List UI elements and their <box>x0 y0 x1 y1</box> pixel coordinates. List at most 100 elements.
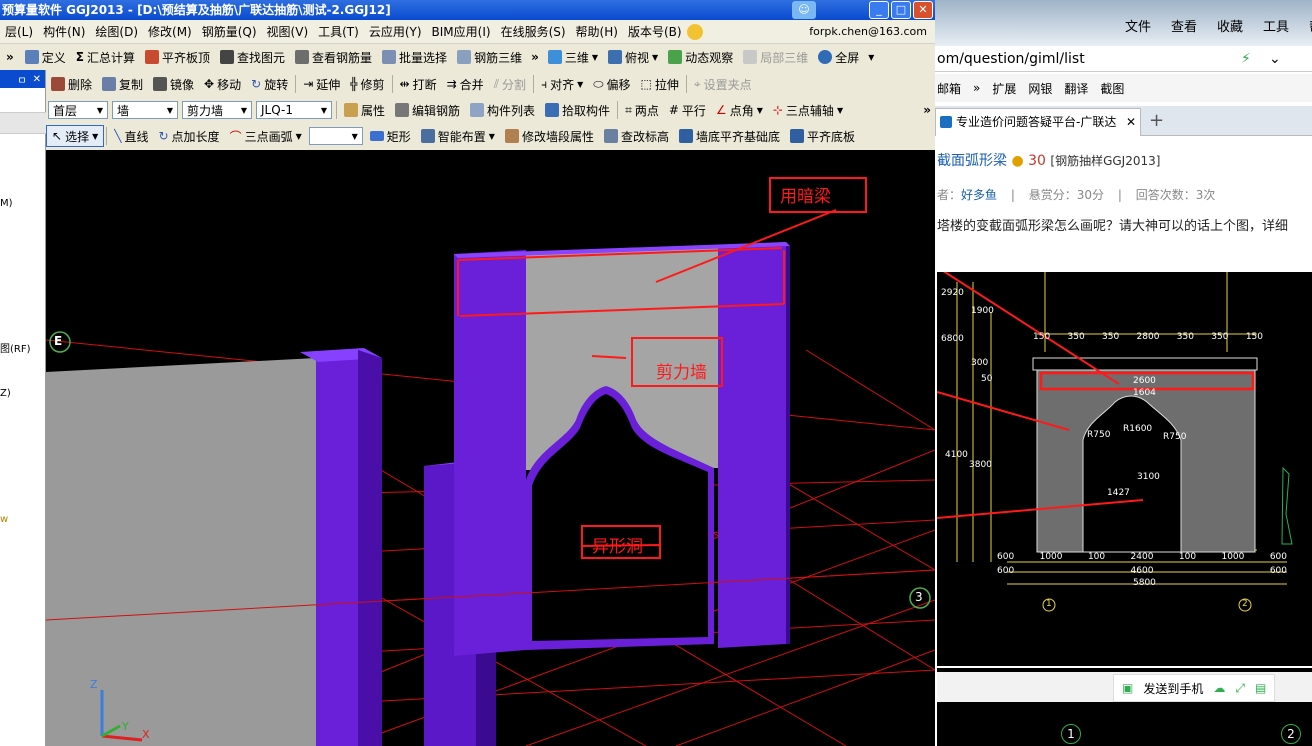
menu-online[interactable]: 在线服务(S) <box>496 23 571 40</box>
toolbar-overflow-left[interactable]: » <box>0 50 20 64</box>
bookmarks-overflow[interactable]: » <box>973 81 980 95</box>
batch-select-button[interactable]: 批量选择 <box>377 46 452 68</box>
find-element-button[interactable]: 查找图元 <box>215 46 290 68</box>
menu-component[interactable]: 构件(N) <box>38 23 90 40</box>
minimize-button[interactable]: _ <box>869 1 889 19</box>
toolbar-overflow-end[interactable]: ▾ <box>864 50 878 64</box>
menu-layer[interactable]: 层(L) <box>0 23 38 40</box>
pin-icon[interactable]: ㅁ <box>17 72 26 87</box>
3d-dropdown[interactable]: 三维 ▼ <box>543 46 603 68</box>
point-length-button[interactable]: ↻ 点加长度 <box>153 125 224 147</box>
bookmark-translate[interactable]: 翻译 <box>1064 80 1088 97</box>
menu-help[interactable]: 帮助(H) <box>571 23 623 40</box>
menu-rebar[interactable]: 钢筋量(Q) <box>197 23 262 40</box>
edit-rebar-button[interactable]: 编辑钢筋 <box>390 99 465 121</box>
line-button[interactable]: ╲ 直线 <box>109 125 153 147</box>
component-select[interactable]: JLQ-1 ▼ <box>256 101 332 119</box>
maximize-button[interactable]: □ <box>891 1 911 19</box>
tree-item-2[interactable]: 图(RF) <box>0 340 31 355</box>
menu-modify[interactable]: 修改(M) <box>143 23 197 40</box>
arc-option-select[interactable]: ▼ <box>308 127 363 145</box>
question-tag[interactable]: [钢筋抽样GGJ2013] <box>1050 154 1160 168</box>
parallel-button[interactable]: # 平行 <box>664 99 711 121</box>
align-slab-top-button[interactable]: 平齐板顶 <box>140 46 215 68</box>
stretch-button[interactable]: ⬚ 拉伸 <box>636 73 684 95</box>
properties-button[interactable]: 属性 <box>339 99 390 121</box>
local-3d-button[interactable]: 局部三维 <box>738 46 813 68</box>
trim-button[interactable]: ╬ 修剪 <box>345 73 389 95</box>
tab-glodon-qa[interactable]: 专业造价问题答疑平台-广联达 ✕ <box>935 108 1141 136</box>
three-point-axis-button[interactable]: ⊹ 三点辅轴 ▼ <box>768 99 848 121</box>
menu-draw[interactable]: 绘图(D) <box>90 23 143 40</box>
browser-menu-favorites[interactable]: 收藏 <box>1217 16 1243 35</box>
address-bar[interactable]: om/question/giml/list ⚡ ⌄ <box>935 46 1312 72</box>
rectangle-button[interactable]: 矩形 <box>365 125 416 147</box>
asker-name[interactable]: 好多鱼 <box>961 188 997 202</box>
fullscreen-button[interactable]: 全屏 <box>813 46 864 68</box>
menu-tools[interactable]: 工具(T) <box>313 23 364 40</box>
dropdown-chevron-icon[interactable]: ⌄ <box>1269 46 1281 72</box>
floor-select[interactable]: 首层 ▼ <box>48 101 108 119</box>
question-title[interactable]: 截面弧形梁 <box>937 153 1007 169</box>
lightning-icon[interactable]: ⚡ <box>1241 46 1251 72</box>
panel-close-icon[interactable]: ✕ <box>33 74 41 85</box>
point-angle-button[interactable]: ∠ 点角 ▼ <box>711 99 768 121</box>
bookmark-mail[interactable]: 邮箱 <box>937 80 961 97</box>
bookmark-screenshot[interactable]: 截图 <box>1100 80 1124 97</box>
help-bubble-icon[interactable]: ☺ <box>792 1 816 19</box>
3d-viewport[interactable]: E 3 用暗梁 剪力墙 异形洞 Z Y X <box>46 150 935 746</box>
browser-menu-tools[interactable]: 工具 <box>1263 16 1289 35</box>
rebar-3d-button[interactable]: 钢筋三维 <box>452 46 527 68</box>
mirror-button[interactable]: 镜像 <box>148 73 199 95</box>
three-point-arc-button[interactable]: ⌒ 三点画弧 ▼ <box>225 125 307 147</box>
smart-layout-button[interactable]: 智能布置 ▼ <box>416 125 500 147</box>
align-dropdown[interactable]: ⫞ 对齐 ▼ <box>536 73 588 95</box>
panel-tab[interactable] <box>0 112 46 134</box>
tree-item-1[interactable]: M) <box>0 198 13 209</box>
menu-cloud[interactable]: 云应用(Y) <box>364 23 427 40</box>
delete-button[interactable]: 删除 <box>46 73 97 95</box>
align-bottom-slab-button[interactable]: 平齐底板 <box>785 125 860 147</box>
subtype-select[interactable]: 剪力墙 ▼ <box>182 101 252 119</box>
two-point-button[interactable]: ⌗ 两点 <box>620 99 664 121</box>
move-button[interactable]: ✥ 移动 <box>199 73 246 95</box>
toolbar-overflow[interactable]: » <box>527 50 543 64</box>
component-list-button[interactable]: 构件列表 <box>465 99 540 121</box>
tree-item-3[interactable]: Z) <box>0 388 11 399</box>
menu-bim[interactable]: BIM应用(I) <box>427 23 496 40</box>
summary-calc-button[interactable]: Σ 汇总计算 <box>71 46 140 68</box>
copy-button[interactable]: 复制 <box>97 73 148 95</box>
extend-button[interactable]: ⇥ 延伸 <box>298 73 345 95</box>
user-email[interactable]: forpk.chen@163.com <box>804 25 935 38</box>
check-elevation-button[interactable]: 查改标高 <box>599 125 674 147</box>
wall-bottom-align-button[interactable]: 墙底平齐基础底 <box>674 125 785 147</box>
top-view-dropdown[interactable]: 俯视 ▼ <box>603 46 663 68</box>
dynamic-orbit-button[interactable]: 动态观察 <box>663 46 738 68</box>
cloud-icon[interactable]: ☁ <box>1213 681 1225 695</box>
rotate-button[interactable]: ↻ 旋转 <box>246 73 293 95</box>
select-button[interactable]: ↖ 选择 ▼ <box>46 125 105 147</box>
bookmark-extensions[interactable]: 扩展 <box>992 80 1016 97</box>
new-tab-button[interactable]: + <box>1149 110 1164 131</box>
bookmark-ebank[interactable]: 网银 <box>1028 80 1052 97</box>
pick-component-button[interactable]: 拾取构件 <box>540 99 615 121</box>
expand-icon[interactable]: ⤢ <box>1235 681 1245 696</box>
set-grip-button[interactable]: ⌖ 设置夹点 <box>689 73 757 95</box>
merge-button[interactable]: ⇉ 合并 <box>442 73 489 95</box>
browser-menu-view[interactable]: 查看 <box>1171 16 1197 35</box>
cad-drawing-image[interactable]: 150 350 350 2800 350 350 150 2600 R750 R… <box>936 266 1312 666</box>
menu-view[interactable]: 视图(V) <box>262 23 314 40</box>
browser-menu-file[interactable]: 文件 <box>1125 16 1151 35</box>
tab-close-icon[interactable]: ✕ <box>1126 109 1136 135</box>
break-button[interactable]: ⇹ 打断 <box>395 73 442 95</box>
view-rebar-qty-button[interactable]: 查看钢筋量 <box>290 46 377 68</box>
split-button[interactable]: ⫽ 分割 <box>489 73 531 95</box>
type-select[interactable]: 墙 ▼ <box>112 101 178 119</box>
define-button[interactable]: 定义 <box>20 46 71 68</box>
offset-button[interactable]: ⬭ 偏移 <box>588 73 635 95</box>
close-button[interactable]: ✕ <box>913 1 933 19</box>
toolbar3-overflow[interactable]: » <box>919 103 935 117</box>
modify-wall-segment-button[interactable]: 修改墙段属性 <box>500 125 599 147</box>
send-to-phone-button[interactable]: 发送到手机 <box>1143 680 1203 697</box>
save-icon[interactable]: ▤ <box>1255 681 1266 695</box>
